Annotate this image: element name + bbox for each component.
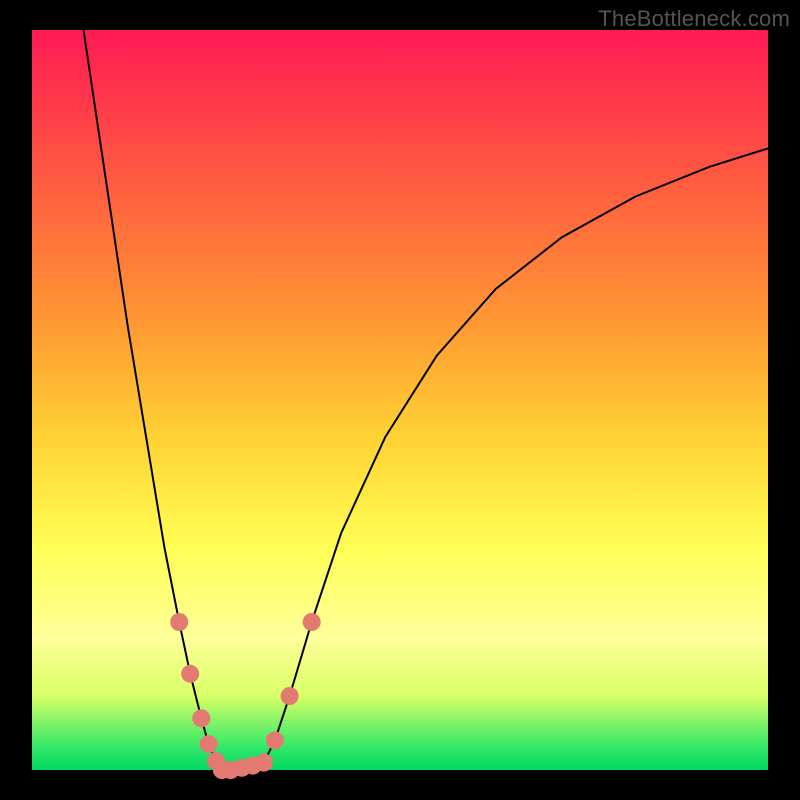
chart-frame: TheBottleneck.com [0,0,800,800]
marker-point [192,709,210,727]
curve-paths [84,30,769,770]
series-left-curve [84,30,222,770]
marker-point [170,613,188,631]
marker-point [303,613,321,631]
series-right-curve [264,148,768,762]
curve-layer [32,30,768,770]
marker-point [266,731,284,749]
watermark-text: TheBottleneck.com [598,6,790,32]
marker-point [181,665,199,683]
plot-area [32,30,768,770]
marker-point [255,754,273,772]
marker-point [281,687,299,705]
marker-point [200,735,218,753]
curve-markers [170,613,321,779]
